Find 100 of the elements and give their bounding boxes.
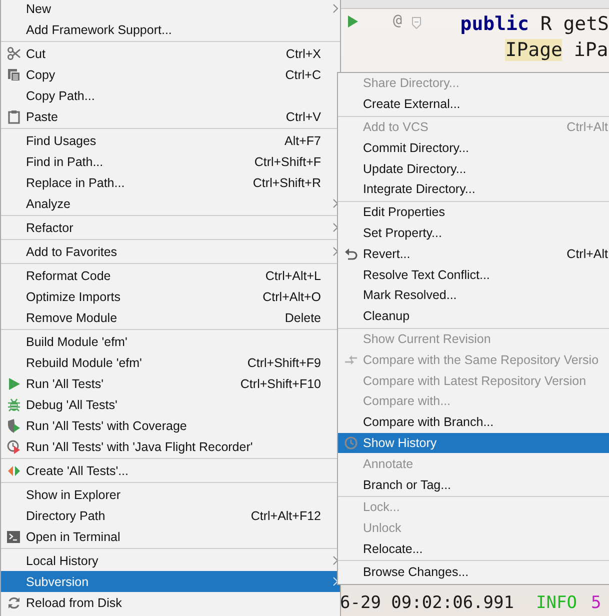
menu-item[interactable]: Open in Terminal	[1, 526, 340, 547]
arrows-icon	[344, 352, 358, 367]
menu-item-label: Show History	[363, 436, 438, 450]
shortcut: Ctrl+Alt	[566, 120, 608, 134]
menu-item[interactable]: Copy Path...	[1, 85, 340, 106]
copy-icon	[7, 68, 21, 82]
menu-item-label: Run 'All Tests' with 'Java Flight Recorder'	[26, 440, 254, 454]
menu-item-label: Create 'All Tests'...	[26, 464, 130, 478]
shortcut: Ctrl+C	[285, 68, 322, 82]
shortcut: Ctrl+Alt	[566, 246, 608, 261]
menu-item-label: Cut	[26, 46, 46, 60]
menu-item[interactable]: Run 'All Tests' with Coverage	[1, 415, 340, 436]
menu-item[interactable]: Compare with Branch...	[338, 412, 609, 433]
menu-item[interactable]: Create 'All Tests'...	[1, 460, 340, 481]
menu-item-label: Set Property...	[363, 226, 443, 240]
menu-item-label: Remove Module	[26, 310, 118, 324]
menu-item[interactable]: New	[1, 0, 340, 19]
chevron-right-icon	[333, 223, 338, 232]
menu-item[interactable]: Browse Changes...	[338, 561, 609, 582]
menu-item[interactable]: Find in Path... Ctrl+Shift+F	[1, 151, 340, 172]
menu-item[interactable]: Resolve Text Conflict...	[338, 264, 609, 285]
shortcut: Ctrl+Alt+F12	[250, 508, 322, 522]
menu-item[interactable]: Refactor	[1, 217, 340, 238]
menu-item[interactable]: Find Usages Alt+F7	[1, 130, 340, 151]
console-text: 5	[590, 594, 602, 613]
menu-item[interactable]: Update Directory...	[338, 158, 609, 179]
run-icon	[7, 376, 21, 390]
menu-item[interactable]: Cleanup	[338, 306, 609, 327]
menu-item-label: Open in Terminal	[26, 530, 122, 544]
shortcut: Ctrl+Shift+F10	[240, 376, 322, 390]
menu-item[interactable]: Revert... Ctrl+Alt	[338, 243, 609, 264]
menu-item-label: Rebuild Module 'efm'	[26, 356, 143, 370]
menu-item-label: Resolve Text Conflict...	[363, 268, 491, 282]
menu-item[interactable]: Local History	[1, 550, 340, 571]
menu-item[interactable]: Edit Properties	[338, 202, 609, 223]
menu-item-label: Commit Directory...	[363, 140, 470, 155]
menu-item-label: Analyze	[26, 196, 72, 210]
menu-item-label: New	[26, 2, 52, 16]
menu-item[interactable]: Analyze	[1, 193, 340, 214]
menu-item[interactable]: Create External...	[338, 94, 609, 115]
shortcut: Ctrl+X	[286, 46, 322, 60]
menu-item-label: Build Module 'efm'	[26, 334, 128, 348]
refresh-icon	[7, 596, 21, 610]
bug-icon	[7, 398, 21, 412]
menu-item[interactable]: Copy Ctrl+C	[1, 64, 340, 85]
shortcut: Ctrl+Shift+F9	[247, 356, 322, 370]
menu-item[interactable]: Mark Resolved...	[338, 284, 609, 306]
menu-item-label: Cleanup	[363, 309, 411, 324]
menu-item[interactable]: Paste Ctrl+V	[1, 106, 340, 127]
menu-item[interactable]: Show History	[338, 432, 609, 454]
menu-item[interactable]: Debug 'All Tests'	[1, 394, 340, 415]
menu-item[interactable]: Branch or Tag...	[338, 474, 609, 495]
menu-item-label: Compare with Latest Repository Version	[363, 374, 588, 388]
menu-item[interactable]: Commit Directory...	[338, 137, 609, 158]
menu-item[interactable]: Build Module 'efm'	[1, 331, 340, 352]
shortcut: Ctrl+Shift+R	[252, 176, 322, 190]
menu-item[interactable]: Directory Path Ctrl+Alt+F12	[1, 505, 340, 526]
menu-item[interactable]: Optimize Imports Ctrl+Alt+O	[1, 286, 340, 307]
code-text: R getS	[539, 13, 609, 35]
clipboard-icon	[7, 110, 21, 124]
menu-item-label: Directory Path	[26, 508, 106, 522]
menu-item-label: Mark Resolved...	[363, 288, 458, 302]
menu-item-label: Browse Changes...	[363, 564, 470, 579]
code-text: public	[460, 13, 529, 35]
shortcut: Ctrl+V	[286, 110, 322, 124]
menu-item-label: Compare with Branch...	[363, 415, 495, 430]
clock-run-icon	[7, 440, 21, 454]
menu-item[interactable]: Cut Ctrl+X	[1, 43, 340, 64]
menu-item[interactable]: Integrate Directory...	[338, 178, 609, 200]
menu-item-label: Relocate...	[363, 542, 424, 556]
menu-item-label: Subversion	[26, 574, 90, 588]
menu-item[interactable]: Subversion	[1, 571, 340, 592]
menu-item[interactable]: Show in Explorer	[1, 484, 340, 505]
shortcut: Alt+F7	[284, 134, 322, 148]
chevron-right-icon	[333, 247, 338, 256]
menu-item[interactable]: Replace in Path... Ctrl+Shift+R	[1, 172, 340, 193]
code-text: iPa	[572, 39, 608, 61]
menu-item[interactable]: Set Property...	[338, 222, 609, 244]
menu-item[interactable]: Run 'All Tests' Ctrl+Shift+F10	[1, 373, 340, 394]
menu-item[interactable]: Reformat Code Ctrl+Alt+L	[1, 265, 340, 286]
fold-icon	[412, 17, 422, 29]
menu-item-label: Paste	[26, 110, 59, 124]
undo-icon	[344, 246, 358, 261]
menu-item-label: Unlock	[363, 521, 402, 536]
menu-item[interactable]: Relocate...	[338, 538, 609, 560]
menu-item-label: Compare with the Same Repository Versio	[363, 352, 600, 367]
menu-item[interactable]: Remove Module Delete	[1, 307, 340, 328]
menu-item[interactable]: Add Framework Support...	[1, 19, 340, 40]
menu-item[interactable]: Run 'All Tests' with 'Java Flight Recorder'	[1, 436, 340, 457]
menu-item-label: Compare with...	[363, 394, 452, 408]
menu-item-label: Add Framework Support...	[26, 22, 173, 36]
chevron-right-icon	[333, 199, 338, 208]
menu-item[interactable]: Add to Favorites	[1, 241, 340, 262]
diamond-arrows-icon	[7, 464, 21, 478]
menu-item[interactable]: Rebuild Module 'efm' Ctrl+Shift+F9	[1, 352, 340, 373]
menu-item-label: Run 'All Tests' with Coverage	[26, 418, 188, 432]
menu-item-label: Revert...	[363, 246, 412, 261]
menu-item[interactable]: Reload from Disk	[1, 592, 340, 613]
menu-item-label: Lock...	[363, 500, 401, 514]
shield-run-icon	[7, 418, 21, 432]
